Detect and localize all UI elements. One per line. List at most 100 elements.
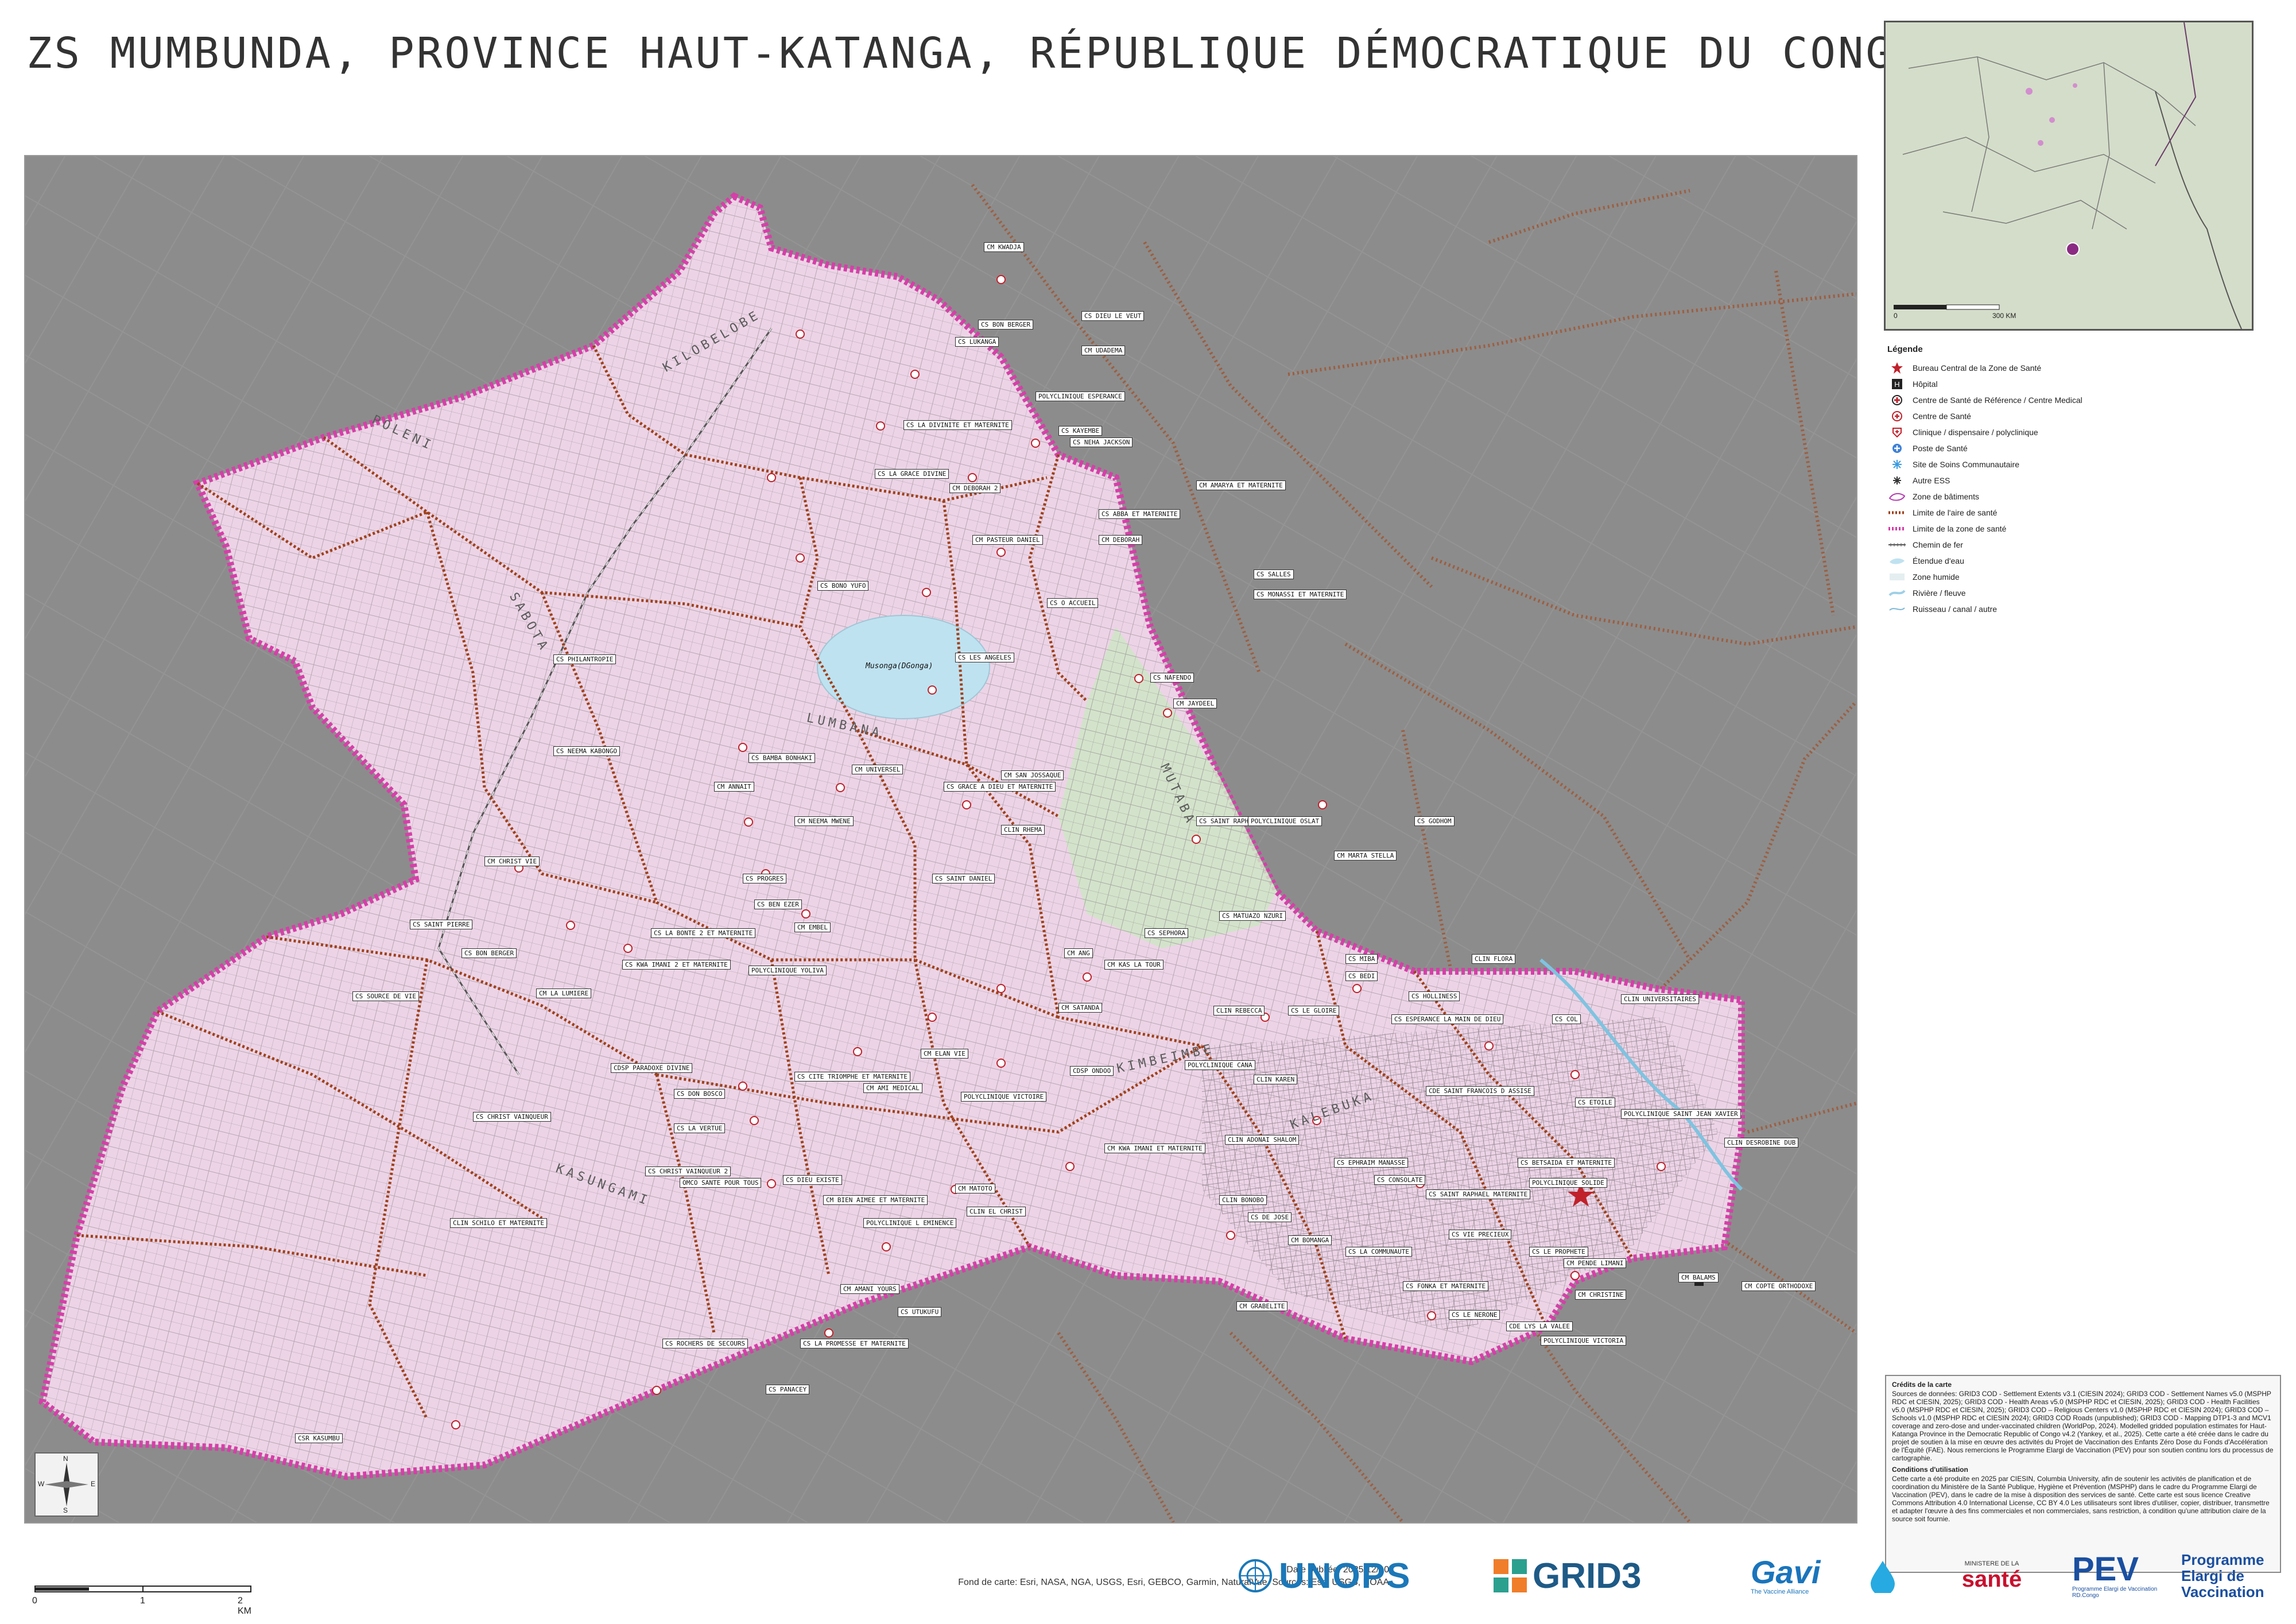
facility-label[interactable]: CM MATOTO (955, 1184, 995, 1193)
facility-label[interactable]: CM DEBORAH 2 (949, 483, 1001, 493)
facility-label[interactable]: CS LES ANGELES (955, 653, 1014, 662)
facility-label[interactable]: CS LA COMMUNAUTE (1345, 1247, 1412, 1257)
facility-label[interactable]: CS SAINT RAPHAEL MATERNITE (1426, 1189, 1531, 1199)
facility-label[interactable]: CM MARTA STELLA (1334, 851, 1397, 861)
facility-label[interactable]: CM JAYDEEL (1173, 699, 1217, 708)
facility-label[interactable]: CM BOMANGA (1288, 1235, 1332, 1245)
facility-label[interactable]: CM SAN JOSSAQUE (1001, 770, 1064, 780)
facility-label[interactable]: CM BIEN AIMEE ET MATERNITE (823, 1195, 928, 1205)
facility-label[interactable]: CS BETSAIDA ET MATERNITE (1518, 1158, 1615, 1168)
facility-label[interactable]: CLIN REBECCA (1213, 1006, 1265, 1016)
facility-label[interactable]: CDE LYS LA VALEE (1506, 1321, 1573, 1331)
facility-label[interactable]: CS BEDI (1345, 971, 1378, 981)
facility-label[interactable]: CS DIEU EXISTE (783, 1175, 842, 1185)
facility-label[interactable]: POLYCLINIQUE YOLIVA (748, 966, 827, 975)
facility-label[interactable]: CS ROCHERS DE SECOURS (662, 1339, 748, 1348)
facility-label[interactable]: CM UDADEMA (1081, 346, 1126, 355)
facility-label[interactable]: CS NAFENDO (1150, 673, 1194, 683)
facility-label[interactable]: CM AMARYA ET MATERNITE (1196, 480, 1286, 490)
facility-label[interactable]: CS MIBA (1345, 954, 1378, 964)
facility-label[interactable]: CS KWA IMANI 2 ET MATERNITE (622, 960, 731, 970)
facility-label[interactable]: CS LA BONTE 2 ET MATERNITE (651, 928, 756, 938)
facility-label[interactable]: CLIN EL CHRIST (967, 1207, 1026, 1216)
facility-label[interactable]: CM ANG (1064, 948, 1093, 958)
facility-label[interactable]: CLIN DESROBINE DUB (1724, 1138, 1799, 1148)
facility-label[interactable]: CM AMI MEDICAL (863, 1083, 922, 1093)
facility-label[interactable]: CS DE JOSE (1248, 1212, 1292, 1222)
facility-label[interactable]: CM KWA IMANI ET MATERNITE (1104, 1144, 1205, 1153)
facility-label[interactable]: CM AMANI YOURS (840, 1284, 899, 1294)
facility-label[interactable]: CM ANNAIT (714, 782, 754, 792)
facility-label[interactable]: CS MONASSI ET MATERNITE (1254, 590, 1347, 599)
facility-label[interactable]: CM COPTE ORTHODOXE (1742, 1281, 1816, 1291)
facility-label[interactable]: CS PHILANTROPIE (553, 654, 616, 664)
facility-label[interactable]: CS LE GLOIRE (1288, 1006, 1340, 1016)
facility-label[interactable]: CLIN KAREN (1254, 1075, 1298, 1084)
facility-label[interactable]: CS CHRIST VAINQUEUR 2 (645, 1166, 731, 1176)
facility-label[interactable]: CM CHRIST VIE (484, 856, 540, 866)
locator-inset-map[interactable]: 0 300 KM (1884, 21, 2254, 331)
facility-label[interactable]: CS COL (1552, 1014, 1581, 1024)
facility-label[interactable]: CS PROGRES (743, 874, 787, 883)
facility-label[interactable]: CS SEPHORA (1145, 928, 1189, 938)
facility-label[interactable]: CM NEEMA MWENE (794, 816, 854, 826)
facility-label[interactable]: CM KWADJA (984, 242, 1024, 252)
facility-label[interactable]: CS ABBA ET MATERNITE (1099, 509, 1181, 519)
facility-label[interactable]: CLIN UNIVERSITAIRES (1621, 994, 1699, 1004)
facility-label[interactable]: CS UTUKUFU (898, 1307, 942, 1317)
facility-label[interactable]: CDE SAINT FRANCOIS D ASSISE (1426, 1086, 1534, 1096)
facility-label[interactable]: CLIN RHEMA (1001, 825, 1045, 835)
facility-label[interactable]: POLYCLINIQUE CANA (1185, 1060, 1255, 1070)
facility-label[interactable]: CS SAINT PIERRE (410, 920, 473, 929)
facility-label[interactable]: POLYCLINIQUE SOLIDE (1529, 1178, 1607, 1188)
facility-label[interactable]: POLYCLINIQUE SAINT JEAN XAVIER (1621, 1109, 1741, 1119)
facility-label[interactable]: POLYCLINIQUE VICTOIRE (961, 1092, 1047, 1102)
facility-label[interactable]: CS LUKANGA (955, 337, 999, 347)
facility-label[interactable]: CS SOURCE DE VIE (352, 991, 419, 1001)
facility-label[interactable]: POLYCLINIQUE ESPERANCE (1035, 392, 1125, 401)
facility-label[interactable]: CS ETOILE (1575, 1098, 1615, 1107)
facility-label[interactable]: CS DIEU LE VEUT (1081, 311, 1145, 321)
facility-label[interactable]: CS LE NERONE (1449, 1310, 1500, 1320)
facility-label[interactable]: CLIN SCHILO ET MATERNITE (450, 1218, 547, 1228)
facility-label[interactable]: CS SALLES (1254, 569, 1294, 579)
facility-label[interactable]: CM EMBEL (794, 923, 831, 932)
facility-label[interactable]: CM DEBORAH (1099, 535, 1143, 545)
facility-label[interactable]: CS VIE PRECIEUX (1449, 1230, 1512, 1239)
facility-label[interactable]: CS GODHOM (1414, 816, 1455, 826)
facility-label[interactable]: CM SATANDA (1058, 1003, 1103, 1013)
facility-label[interactable]: CS PANACEY (766, 1385, 810, 1394)
facility-label[interactable]: CS BEN EZER (754, 900, 802, 909)
facility-label[interactable]: CM ELAN VIE (921, 1049, 968, 1059)
facility-label[interactable]: CM GRABELITE (1236, 1301, 1288, 1311)
facility-label[interactable]: CS BON BERGER (461, 948, 517, 958)
facility-label[interactable]: CS HOLLINESS (1409, 991, 1460, 1001)
facility-label[interactable]: POLYCLINIQUE VICTORIA (1541, 1336, 1627, 1346)
facility-label[interactable]: CLIN BONOBO (1219, 1195, 1267, 1205)
facility-label[interactable]: POLYCLINIQUE OSLAT (1248, 816, 1322, 826)
facility-label[interactable]: CM PENDE LIMANI (1564, 1258, 1627, 1268)
facility-label[interactable]: CM BALAMS (1678, 1273, 1719, 1282)
facility-label[interactable]: CS SAINT DANIEL (932, 874, 995, 883)
facility-label[interactable]: CS BON BERGER (978, 320, 1034, 330)
facility-label[interactable]: CS CHRIST VAINQUEUR (473, 1112, 551, 1122)
facility-label[interactable]: CS LA VERTUE (674, 1123, 726, 1133)
facility-label[interactable]: CM PASTEUR DANIEL (972, 535, 1043, 545)
facility-label[interactable]: CM CHRISTINE (1575, 1290, 1627, 1300)
facility-label[interactable]: CS BONO YUFO (817, 581, 869, 591)
facility-label[interactable]: CS FONKA ET MATERNITE (1403, 1281, 1489, 1291)
facility-label[interactable]: CS ESPERANCE LA MAIN DE DIEU (1391, 1014, 1504, 1024)
facility-label[interactable]: CM LA LUMIERE (536, 989, 592, 998)
facility-label[interactable]: CS LA PROMESSE ET MATERNITE (800, 1339, 909, 1348)
facility-label[interactable]: CLIN FLORA (1472, 954, 1516, 964)
facility-label[interactable]: CS CITE TRIOMPHE ET MATERNITE (794, 1072, 911, 1082)
facility-label[interactable]: CLIN ADONAI SHALOM (1225, 1135, 1300, 1145)
facility-label[interactable]: CS DON BOSCO (674, 1089, 726, 1099)
facility-label[interactable]: CS LA DIVINITE ET MATERNITE (903, 420, 1012, 430)
facility-label[interactable]: CM UNIVERSEL (852, 765, 903, 774)
facility-label[interactable]: CS LA GRACE DIVINE (875, 469, 949, 479)
facility-label[interactable]: CSR KASUMBU (295, 1433, 343, 1443)
main-map[interactable]: POLENI KILOBELOBE SABOTA LUMBANA KASUNGA… (24, 155, 1857, 1524)
facility-label[interactable]: CS KAYEMBE (1058, 426, 1103, 436)
facility-label[interactable]: CS NEEMA KABONGO (553, 746, 620, 756)
